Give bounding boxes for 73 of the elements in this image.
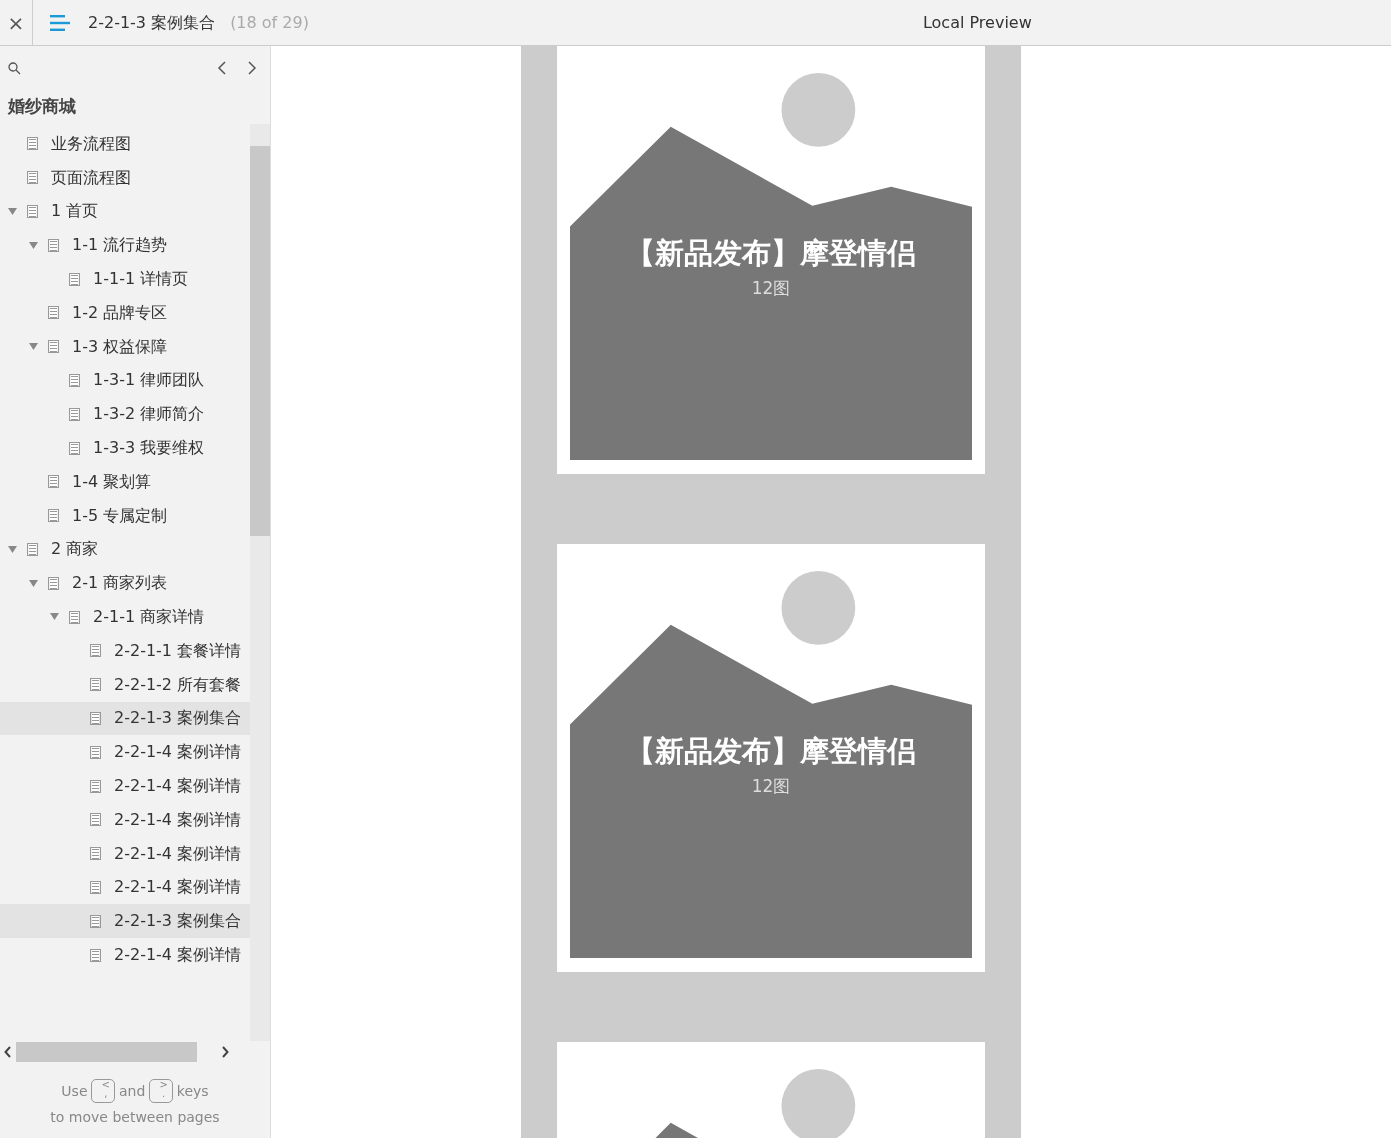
image-count: 12图 — [751, 276, 791, 300]
page-icon — [48, 238, 59, 252]
page-item[interactable]: 2-2-1-4 案例详情 — [0, 836, 250, 871]
page-icon — [48, 576, 59, 590]
page-icon — [27, 137, 38, 151]
page-icon — [90, 880, 101, 894]
menu-icon[interactable] — [50, 14, 70, 31]
page-icon — [27, 171, 38, 185]
page-item[interactable]: 1-2 品牌专区 — [0, 296, 250, 330]
page-item[interactable]: 2-2-1-2 所有套餐 — [0, 667, 250, 702]
page-item[interactable]: 2-2-1-4 案例详情 — [0, 769, 250, 803]
page-icon — [27, 542, 38, 556]
page-icon — [90, 711, 101, 725]
scrollbar-thumb[interactable] — [15, 1042, 197, 1063]
page-item[interactable]: 2-1 商家列表 — [0, 566, 250, 601]
page-item[interactable]: 2 商家 — [0, 532, 250, 567]
page-item[interactable]: 2-2-1-3 案例集合 — [0, 904, 250, 939]
page-item[interactable]: 2-2-1-4 案例详情 — [0, 802, 250, 837]
preview-label: Local Preview — [922, 11, 1032, 34]
card-title: 【新品发布】摩登情侣 — [626, 235, 916, 272]
page-icon — [90, 813, 101, 827]
close-button[interactable]: × — [0, 0, 33, 45]
page-item[interactable]: 1-4 聚划算 — [0, 464, 250, 499]
page-item[interactable]: 业务流程图 — [0, 127, 250, 161]
page-icon — [90, 678, 101, 692]
project-title: 婚纱商城 — [8, 95, 76, 119]
page-item[interactable]: 2-1-1 商家详情 — [0, 600, 250, 634]
page-icon — [27, 205, 38, 218]
image-count: 12图 — [751, 774, 791, 798]
key-cap: < , — [91, 1079, 116, 1104]
scrollbar-thumb[interactable] — [250, 146, 270, 536]
page-item[interactable]: 1-3 权益保障 — [0, 329, 250, 364]
page-icon — [69, 441, 80, 455]
page-item[interactable]: 2-2-1-3 案例集合 — [0, 701, 250, 736]
page-item[interactable]: 1-5 专属定制 — [0, 498, 250, 533]
page-icon — [90, 948, 101, 962]
page-icon — [48, 509, 59, 523]
page-icon — [48, 306, 59, 320]
scroll-left-icon[interactable] — [3, 1046, 12, 1059]
page-icon — [69, 272, 80, 286]
scroll-right-icon[interactable] — [220, 1046, 229, 1059]
hint-text: keys — [176, 1081, 209, 1101]
page-item[interactable]: 1 首页 — [0, 194, 250, 229]
hint-text: to move between pages — [50, 1109, 220, 1125]
page-icon — [90, 914, 101, 928]
page-item[interactable]: 2-2-1-1 套餐详情 — [0, 633, 250, 668]
page-icon — [69, 373, 80, 387]
page-item[interactable]: 2-2-1-4 案例详情 — [0, 938, 250, 972]
page-icon — [90, 847, 101, 861]
page-item[interactable]: 1-1 流行趋势 — [0, 228, 250, 263]
next-page-icon[interactable] — [247, 61, 257, 75]
page-item[interactable]: 2-2-1-4 案例详情 — [0, 735, 250, 770]
page-icon — [69, 407, 80, 421]
page-icon — [90, 779, 101, 793]
hint-text: Use — [61, 1081, 88, 1101]
page-icon — [48, 340, 59, 354]
search-icon[interactable] — [8, 61, 21, 75]
card-title: 【新品发布】摩登情侣 — [626, 733, 916, 770]
page-item[interactable]: 1-3-3 我要维权 — [0, 431, 250, 465]
page-icon — [90, 745, 101, 759]
page-icon — [90, 644, 101, 658]
page-item[interactable]: 页面流程图 — [0, 160, 250, 195]
page-item[interactable]: 1-3-2 律师简介 — [0, 397, 250, 432]
page-item[interactable]: 2-2-1-4 案例详情 — [0, 870, 250, 905]
page-title: 2-2-1-3 案例集合 — [88, 11, 216, 34]
hint-text: and — [119, 1081, 146, 1101]
page-item[interactable]: 1-3-1 律师团队 — [0, 363, 250, 398]
page-icon — [48, 475, 59, 489]
previous-page-icon[interactable] — [217, 61, 227, 75]
page-count: (18 of 29) — [230, 11, 309, 34]
page-item[interactable]: 1-1-1 详情页 — [0, 262, 250, 296]
page-icon — [69, 610, 80, 624]
key-cap: > . — [149, 1079, 174, 1104]
